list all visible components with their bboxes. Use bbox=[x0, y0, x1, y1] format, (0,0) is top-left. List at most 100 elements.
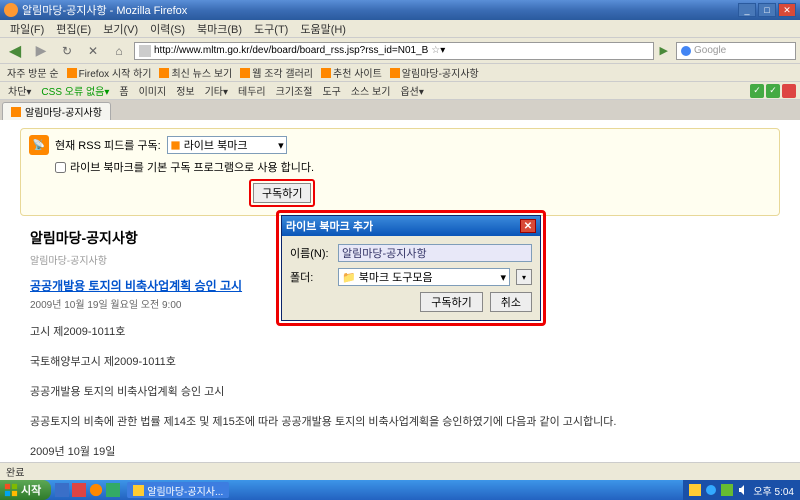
expand-button[interactable]: ▾ bbox=[516, 269, 532, 285]
error-icon[interactable] bbox=[782, 84, 796, 98]
subscribe-button[interactable]: 구독하기 bbox=[253, 183, 311, 203]
dev-toolbar: 차단▾ CSS 오류 없음▾ 폼 이미지 정보 기타▾ 테두리 크기조절 도구 … bbox=[0, 82, 800, 100]
quick-launch-icon[interactable] bbox=[106, 483, 120, 497]
tb-other[interactable]: 기타▾ bbox=[201, 83, 232, 98]
search-placeholder: Google bbox=[694, 45, 726, 56]
title-bar: 알림마당-공지사항 - Mozilla Firefox _ □ ✕ bbox=[0, 0, 800, 20]
tb-css[interactable]: CSS 오류 없음▾ bbox=[37, 83, 113, 98]
folder-icon: 📁 bbox=[342, 271, 356, 284]
tb-outline[interactable]: 테두리 bbox=[234, 83, 270, 98]
tb-tools[interactable]: 도구 bbox=[318, 83, 344, 98]
content-area: 📡 현재 RSS 피드를 구독: 라이브 북마크 ▾ 라이브 북마크를 기본 구… bbox=[0, 120, 800, 480]
menu-edit[interactable]: 편집(E) bbox=[50, 21, 97, 37]
forward-button[interactable]: ▶ bbox=[30, 41, 52, 61]
highlight-box: 구독하기 bbox=[249, 179, 315, 207]
window-title: 알림마당-공지사항 - Mozilla Firefox bbox=[22, 2, 187, 18]
google-icon bbox=[680, 45, 692, 57]
status-bar: 완료 bbox=[0, 462, 800, 480]
rss-icon: 📡 bbox=[29, 135, 49, 155]
folder-select[interactable]: 📁 북마크 도구모음 ▾ bbox=[338, 268, 510, 286]
post-text: 국토해양부고시 제2009-1011호 bbox=[30, 353, 770, 369]
menu-tools[interactable]: 도구(T) bbox=[248, 21, 294, 37]
rss-label: 현재 RSS 피드를 구독: bbox=[55, 137, 161, 153]
minimize-button[interactable]: _ bbox=[738, 3, 756, 17]
quick-launch bbox=[51, 483, 124, 497]
checkbox-label: 라이브 북마크를 기본 구독 프로그램으로 사용 합니다. bbox=[70, 159, 314, 175]
search-box[interactable]: Google bbox=[676, 42, 796, 60]
folder-icon bbox=[321, 68, 331, 78]
highlight-box: 라이브 북마크 추가 ✕ 이름(N): 폴더: 📁 북마크 도구모음 ▾ ▾ bbox=[276, 210, 546, 326]
nav-bar: ◀ ▶ ↻ ✕ ⌂ http://www.mltm.go.kr/dev/boar… bbox=[0, 38, 800, 64]
bookmark-name-input[interactable] bbox=[338, 244, 532, 262]
tray-icon[interactable] bbox=[721, 484, 733, 496]
stop-button[interactable]: ✕ bbox=[82, 41, 104, 61]
check-icon[interactable]: ✓ bbox=[750, 84, 764, 98]
tb-info[interactable]: 정보 bbox=[172, 83, 198, 98]
default-reader-checkbox[interactable] bbox=[55, 162, 66, 173]
tb-block[interactable]: 차단▾ bbox=[4, 83, 35, 98]
ie-icon bbox=[133, 485, 144, 496]
bookmark-bar: 자주 방문 순 Firefox 시작 하기 최신 뉴스 보기 웹 조각 갤러리 … bbox=[0, 64, 800, 82]
menu-help[interactable]: 도움말(H) bbox=[294, 21, 352, 37]
dialog-title-bar[interactable]: 라이브 북마크 추가 ✕ bbox=[282, 216, 540, 236]
window-controls: _ □ ✕ bbox=[738, 3, 796, 17]
rss-reader-select[interactable]: 라이브 북마크 ▾ bbox=[167, 136, 287, 154]
menu-history[interactable]: 이력(S) bbox=[144, 21, 191, 37]
maximize-button[interactable]: □ bbox=[758, 3, 776, 17]
bookmark-item[interactable]: 최신 뉴스 보기 bbox=[156, 65, 235, 80]
rss-subscribe-box: 📡 현재 RSS 피드를 구독: 라이브 북마크 ▾ 라이브 북마크를 기본 구… bbox=[20, 128, 780, 216]
menu-view[interactable]: 보기(V) bbox=[97, 21, 144, 37]
dialog-cancel-button[interactable]: 취소 bbox=[490, 292, 532, 312]
bookmark-item[interactable]: 웹 조각 갤러리 bbox=[237, 65, 316, 80]
rss-icon bbox=[11, 107, 21, 117]
bookmark-item[interactable]: 알림마당-공지사항 bbox=[387, 65, 482, 80]
firefox-icon[interactable] bbox=[89, 483, 103, 497]
go-button[interactable]: ▶ bbox=[660, 44, 668, 57]
taskbar: 시작 알림마당-공지사... 오후 5:04 bbox=[0, 480, 800, 500]
dropdown-icon: ▾ bbox=[278, 139, 284, 152]
browser-tab[interactable]: 알림마당-공지사항 bbox=[2, 102, 111, 120]
add-bookmark-dialog: 라이브 북마크 추가 ✕ 이름(N): 폴더: 📁 북마크 도구모음 ▾ ▾ bbox=[281, 215, 541, 321]
home-button[interactable]: ⌂ bbox=[108, 41, 130, 61]
start-button[interactable]: 시작 bbox=[0, 480, 51, 500]
tray-icon[interactable] bbox=[689, 484, 701, 496]
dialog-close-button[interactable]: ✕ bbox=[520, 219, 536, 233]
refresh-button[interactable]: ↻ bbox=[56, 41, 78, 61]
volume-icon[interactable] bbox=[737, 484, 749, 496]
firefox-icon bbox=[4, 3, 18, 17]
check-icon[interactable]: ✓ bbox=[766, 84, 780, 98]
menu-bookmark[interactable]: 북마크(B) bbox=[191, 21, 248, 37]
name-label: 이름(N): bbox=[290, 245, 334, 261]
tab-strip: 알림마당-공지사항 bbox=[0, 100, 800, 120]
back-button[interactable]: ◀ bbox=[4, 41, 26, 61]
taskbar-item[interactable]: 알림마당-공지사... bbox=[127, 482, 229, 498]
post-text: 공공토지의 비축에 관한 법률 제14조 및 제15조에 따라 공공개발용 토지… bbox=[30, 413, 770, 429]
bookmark-item[interactable]: 추천 사이트 bbox=[318, 65, 385, 80]
dialog-subscribe-button[interactable]: 구독하기 bbox=[420, 292, 482, 312]
tb-source[interactable]: 소스 보기 bbox=[347, 83, 395, 98]
clock[interactable]: 오후 5:04 bbox=[753, 483, 794, 498]
hancom-icon[interactable] bbox=[72, 483, 86, 497]
star-icon[interactable]: ☆ bbox=[431, 45, 440, 56]
bookmarks-label[interactable]: 자주 방문 순 bbox=[4, 65, 62, 80]
page-icon bbox=[139, 45, 151, 57]
tb-image[interactable]: 이미지 bbox=[135, 83, 171, 98]
tb-resize[interactable]: 크기조절 bbox=[272, 83, 317, 98]
post-text: 공공개발용 토지의 비축사업계획 승인 고시 bbox=[30, 383, 770, 399]
tb-options[interactable]: 옵션▾ bbox=[396, 83, 427, 98]
system-tray: 오후 5:04 bbox=[683, 480, 800, 500]
close-button[interactable]: ✕ bbox=[778, 3, 796, 17]
folder-icon bbox=[240, 68, 250, 78]
post-text: 2009년 10월 19일 bbox=[30, 443, 770, 459]
url-bar[interactable]: http://www.mltm.go.kr/dev/board/board_rs… bbox=[134, 42, 654, 60]
dialog-title: 라이브 북마크 추가 bbox=[286, 218, 373, 234]
dropdown-icon[interactable]: ▾ bbox=[440, 45, 445, 56]
quick-launch-icon[interactable] bbox=[55, 483, 69, 497]
folder-label: 폴더: bbox=[290, 269, 334, 285]
menu-file[interactable]: 파일(F) bbox=[4, 21, 50, 37]
bookmark-item[interactable]: Firefox 시작 하기 bbox=[64, 65, 155, 80]
bookmark-icon bbox=[170, 140, 181, 151]
tab-label: 알림마당-공지사항 bbox=[25, 104, 102, 119]
tray-icon[interactable] bbox=[705, 484, 717, 496]
tb-form[interactable]: 폼 bbox=[115, 83, 132, 98]
